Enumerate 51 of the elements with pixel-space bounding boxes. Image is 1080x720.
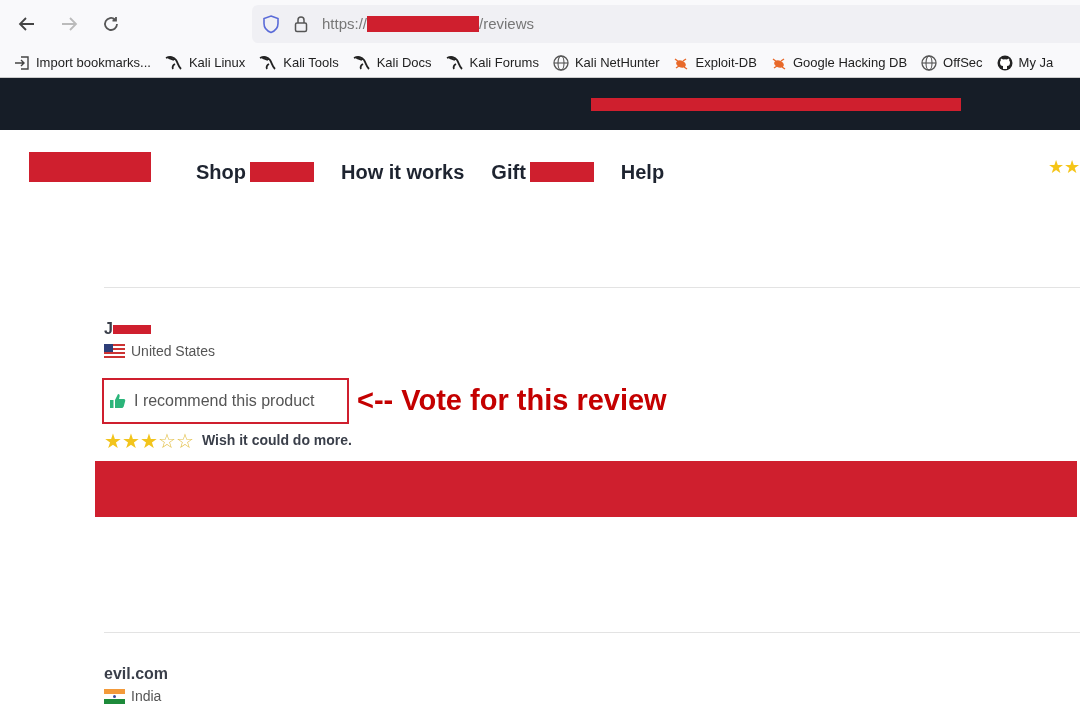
address-bar[interactable]: https:// /reviews — [252, 5, 1080, 43]
filled-star-icon: ★ — [122, 430, 140, 451]
flag-icon — [104, 344, 125, 359]
recommend-highlight-box[interactable]: I recommend this product — [102, 378, 349, 424]
thumbs-up-icon — [110, 393, 126, 409]
nav-link[interactable]: How it works — [341, 157, 465, 187]
dragon-icon — [445, 54, 464, 71]
bookmark-link[interactable]: Kali Tools — [283, 52, 339, 73]
annotation-text: <-- Vote for this review — [357, 383, 667, 419]
rating-stars-icon: ★★ — [1048, 158, 1080, 176]
bookmark-link[interactable]: OffSec — [943, 52, 983, 73]
import-icon — [14, 54, 30, 71]
bookmark-link[interactable]: Kali Forums — [469, 52, 539, 73]
empty-star-icon: ☆ — [158, 430, 176, 451]
recommend-text: I recommend this product — [134, 391, 315, 411]
bookmark-link[interactable]: Google Hacking DB — [792, 52, 908, 73]
nav-link[interactable]: Gift — [491, 157, 526, 187]
globe-icon — [552, 54, 569, 71]
redaction-bar — [529, 162, 594, 182]
bookmark-link[interactable]: My Ja — [1018, 52, 1054, 73]
country-label: United States — [131, 342, 216, 361]
bug-icon — [673, 55, 690, 70]
redaction-bar — [112, 324, 151, 334]
shield-icon[interactable] — [262, 14, 280, 34]
back-icon[interactable] — [18, 15, 36, 33]
github-icon — [996, 54, 1013, 71]
reviewer-name: J — [104, 319, 113, 339]
redaction-bar — [250, 162, 314, 182]
bookmark-link[interactable]: Exploit-DB — [695, 52, 757, 73]
review-title: Wish it could do more. — [202, 431, 352, 450]
lock-icon — [294, 15, 308, 33]
bookmark-link[interactable]: Kali Docs — [376, 52, 432, 73]
globe-icon — [921, 54, 938, 71]
url-text: https:// — [322, 13, 368, 34]
flag-icon — [104, 689, 125, 704]
reviewer-name: evil.com — [104, 664, 169, 684]
filled-star-icon: ★ — [140, 430, 158, 451]
bookmark-link[interactable]: Kali Linux — [188, 52, 246, 73]
dragon-icon — [164, 54, 183, 71]
nav-link[interactable]: Shop — [196, 157, 246, 187]
dragon-icon — [259, 54, 278, 71]
dragon-icon — [352, 54, 371, 71]
reload-icon[interactable] — [102, 15, 120, 33]
empty-star-icon: ☆ — [176, 430, 194, 451]
url-text: /reviews — [479, 13, 535, 34]
nav-link[interactable]: Help — [620, 157, 665, 187]
bug-icon — [770, 55, 787, 70]
bookmark-link[interactable]: Import bookmarks... — [36, 52, 151, 73]
filled-star-icon: ★ — [104, 430, 122, 451]
bookmark-link[interactable]: Kali NetHunter — [574, 52, 660, 73]
country-label: India — [131, 687, 162, 706]
